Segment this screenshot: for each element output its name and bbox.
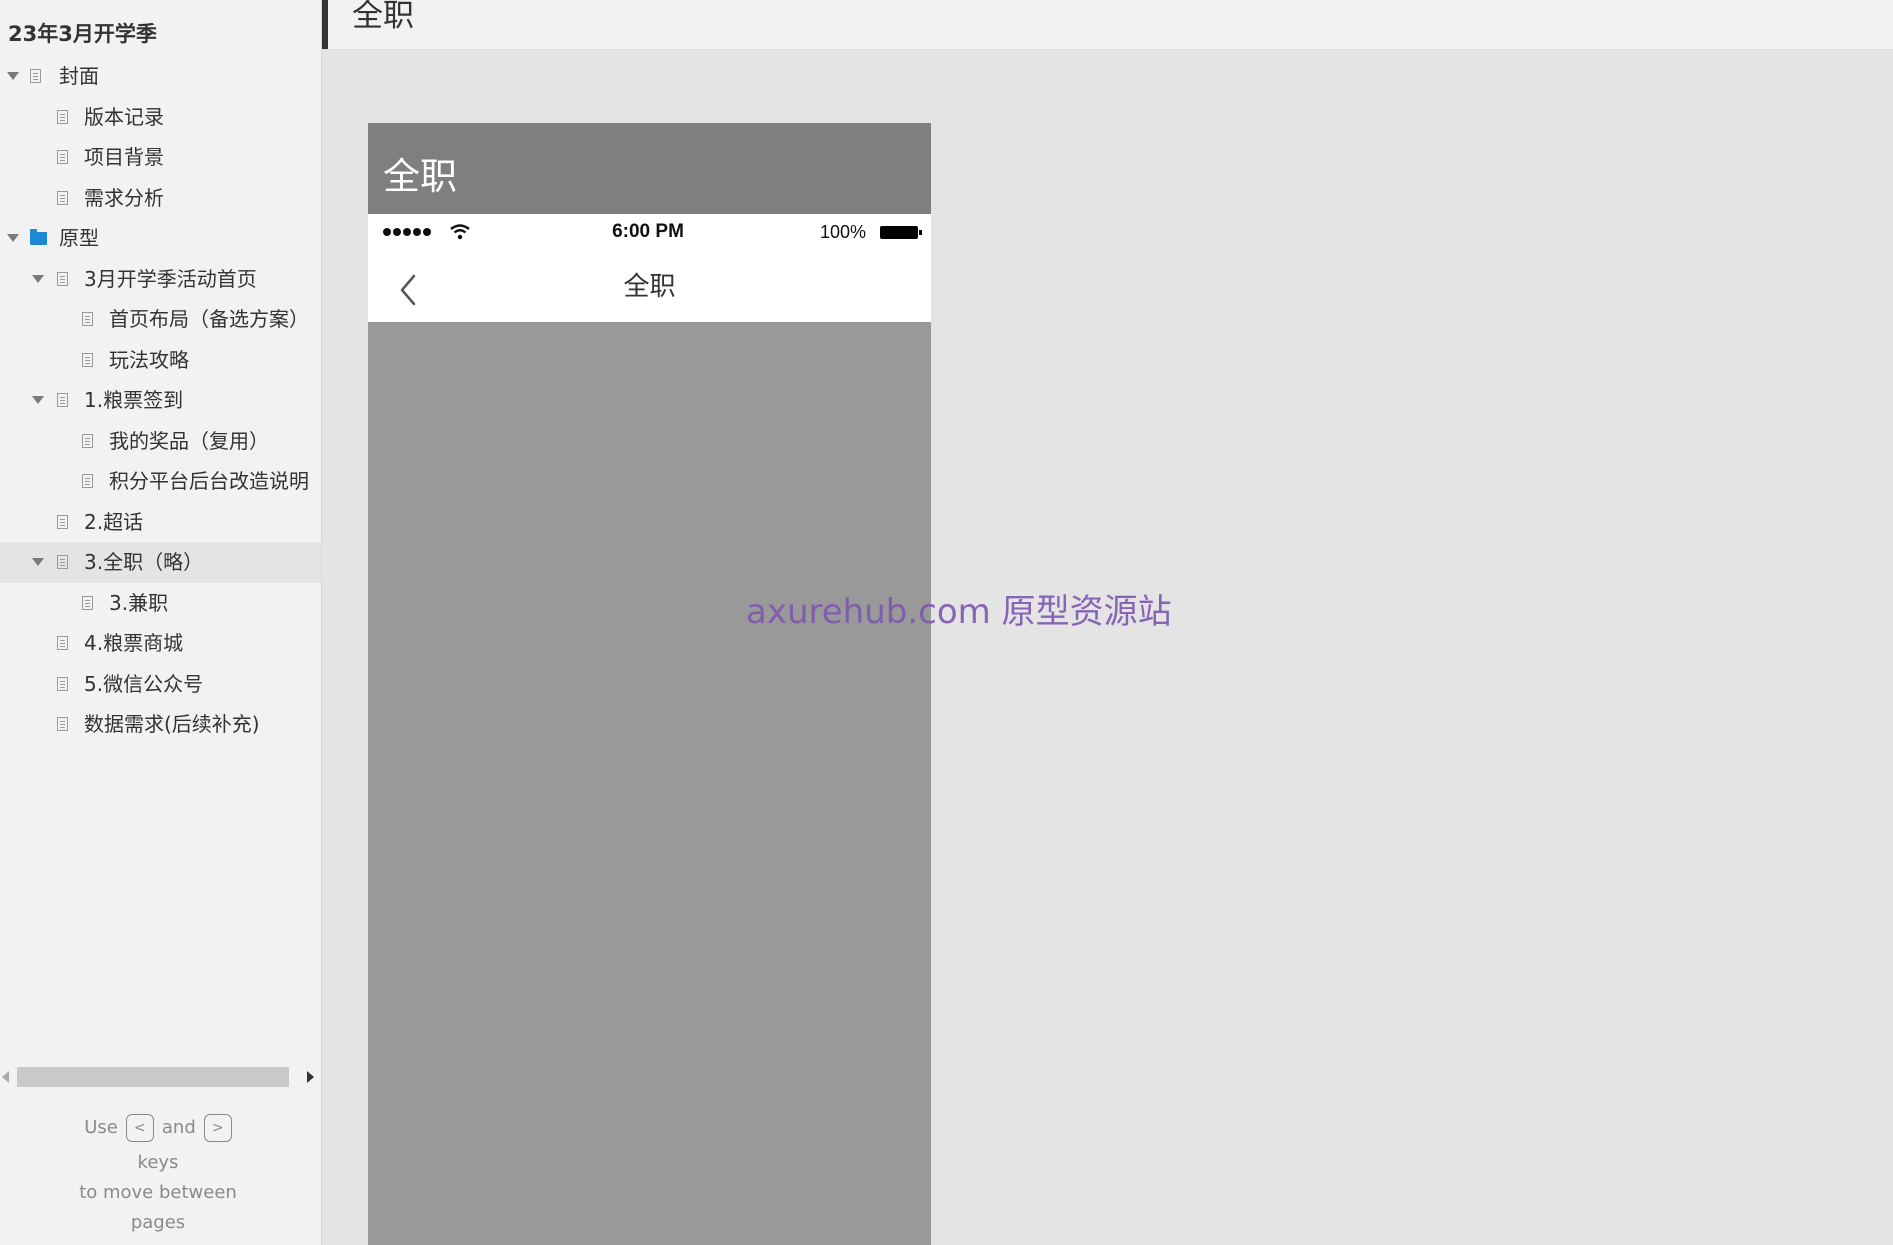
sidebar-horizontal-scrollbar[interactable] xyxy=(0,1067,321,1087)
expand-caret-icon[interactable] xyxy=(31,259,45,299)
page-icon xyxy=(57,109,68,124)
scroll-right-arrow-icon[interactable] xyxy=(307,1071,314,1083)
tree-item-label: 4.粮票商城 xyxy=(84,631,184,655)
folder-icon xyxy=(30,229,47,245)
page-icon xyxy=(57,393,68,407)
status-time: 6:00 PM xyxy=(612,221,684,242)
scrollbar-thumb[interactable] xyxy=(17,1067,289,1087)
tree-item-cover[interactable]: 封面 xyxy=(0,56,321,97)
mobile-prototype-frame: 全职 6:00 PM 100% 全职 xyxy=(368,123,931,1245)
tree-item-data-requirements[interactable]: 数据需求(后续补充) xyxy=(0,704,321,745)
hint-and-text: and xyxy=(161,1117,196,1138)
title-accent-bar xyxy=(322,0,328,49)
watermark-text: axurehub.com 原型资源站 xyxy=(746,592,1172,632)
tree-item-ticket-mall[interactable]: 4.粮票商城 xyxy=(0,623,321,664)
tree-item-label: 2.超话 xyxy=(84,509,144,534)
scroll-left-arrow-icon[interactable] xyxy=(2,1071,9,1083)
tree-item-my-prizes[interactable]: 我的奖品（复用） xyxy=(0,421,321,462)
keyboard-navigation-hint: Use < and > keys to move between pages xyxy=(0,1108,316,1238)
page-tree: 封面 版本记录 项目背景 需求分析 原型 3月开学季活动首页 首页布局（备选方案… xyxy=(0,56,321,745)
tree-item-label: 原型 xyxy=(59,226,99,250)
tree-item-requirement-analysis[interactable]: 需求分析 xyxy=(0,178,321,219)
expand-caret-icon[interactable] xyxy=(31,380,45,420)
page-icon xyxy=(82,433,93,448)
tree-item-wechat-official[interactable]: 5.微信公众号 xyxy=(0,664,321,705)
tree-item-label: 玩法攻略 xyxy=(109,347,189,372)
phone-nav-bar: 全职 xyxy=(368,252,931,322)
page-icon xyxy=(82,595,93,610)
tree-item-label: 数据需求(后续补充) xyxy=(84,712,260,736)
page-icon xyxy=(82,312,93,326)
tree-item-label: 需求分析 xyxy=(84,185,164,210)
wifi-icon xyxy=(450,224,470,240)
page-icon xyxy=(82,474,93,488)
project-title: 23年3月开学季 xyxy=(8,22,157,46)
tree-item-project-background[interactable]: 项目背景 xyxy=(0,137,321,178)
hint-use-text: Use xyxy=(84,1117,118,1138)
prototype-header: 全职 xyxy=(368,123,931,214)
prototype-header-title: 全职 xyxy=(383,155,457,198)
tree-item-label: 1.粮票签到 xyxy=(84,388,184,412)
tree-item-points-backend[interactable]: 积分平台后台改造说明 xyxy=(0,461,321,502)
page-icon xyxy=(57,514,68,529)
page-icon xyxy=(57,150,68,164)
page-icon xyxy=(57,190,68,205)
tree-item-label: 3.全职（略） xyxy=(84,550,204,574)
battery-icon xyxy=(880,226,922,239)
tree-item-label: 3月开学季活动首页 xyxy=(84,266,257,291)
tree-item-gameplay-guide[interactable]: 玩法攻略 xyxy=(0,340,321,381)
page-icon xyxy=(30,69,41,83)
page-icon xyxy=(57,717,68,731)
nav-title: 全职 xyxy=(623,272,676,302)
tree-item-super-topic[interactable]: 2.超话 xyxy=(0,502,321,543)
tree-item-fulltime[interactable]: 3.全职（略） xyxy=(0,542,321,583)
hint-pages-text: pages xyxy=(130,1212,186,1233)
prev-page-key-icon: < xyxy=(125,1114,154,1142)
tree-item-label: 3.兼职 xyxy=(109,590,169,615)
page-icon xyxy=(57,636,68,650)
battery-percentage: 100% xyxy=(820,222,867,242)
next-page-key-icon: > xyxy=(203,1114,232,1142)
page-icon xyxy=(57,271,68,286)
sitemap-sidebar: 23年3月开学季 封面 版本记录 项目背景 需求分析 原型 3月开学季活动首页 xyxy=(0,0,322,1245)
tree-item-ticket-checkin[interactable]: 1.粮票签到 xyxy=(0,380,321,421)
tree-item-label: 项目背景 xyxy=(84,145,164,169)
expand-caret-icon[interactable] xyxy=(6,56,20,96)
tree-item-homepage-layout-alt[interactable]: 首页布局（备选方案） xyxy=(0,299,321,340)
tree-item-version-log[interactable]: 版本记录 xyxy=(0,97,321,138)
hint-keys-text: keys xyxy=(137,1152,179,1173)
page-title-bar: 全职 xyxy=(322,0,1893,50)
page-icon xyxy=(57,676,68,691)
tree-item-label: 封面 xyxy=(59,64,99,88)
page-icon xyxy=(57,555,68,569)
tree-item-march-homepage[interactable]: 3月开学季活动首页 xyxy=(0,259,321,300)
tree-item-prototype-folder[interactable]: 原型 xyxy=(0,218,321,259)
tree-item-label: 版本记录 xyxy=(84,104,164,129)
tree-item-label: 我的奖品（复用） xyxy=(109,428,269,453)
expand-caret-icon[interactable] xyxy=(31,542,45,582)
tree-item-label: 积分平台后台改造说明 xyxy=(109,469,309,493)
page-title: 全职 xyxy=(352,0,414,34)
tree-item-label: 首页布局（备选方案） xyxy=(109,307,309,331)
signal-strength-icon xyxy=(383,228,431,236)
tree-item-parttime[interactable]: 3.兼职 xyxy=(0,583,321,624)
tree-item-label: 5.微信公众号 xyxy=(84,671,204,696)
phone-status-bar: 6:00 PM 100% xyxy=(368,214,931,252)
page-icon xyxy=(82,352,93,367)
hint-to-move-text: to move between xyxy=(79,1182,237,1203)
expand-caret-icon[interactable] xyxy=(6,218,20,258)
